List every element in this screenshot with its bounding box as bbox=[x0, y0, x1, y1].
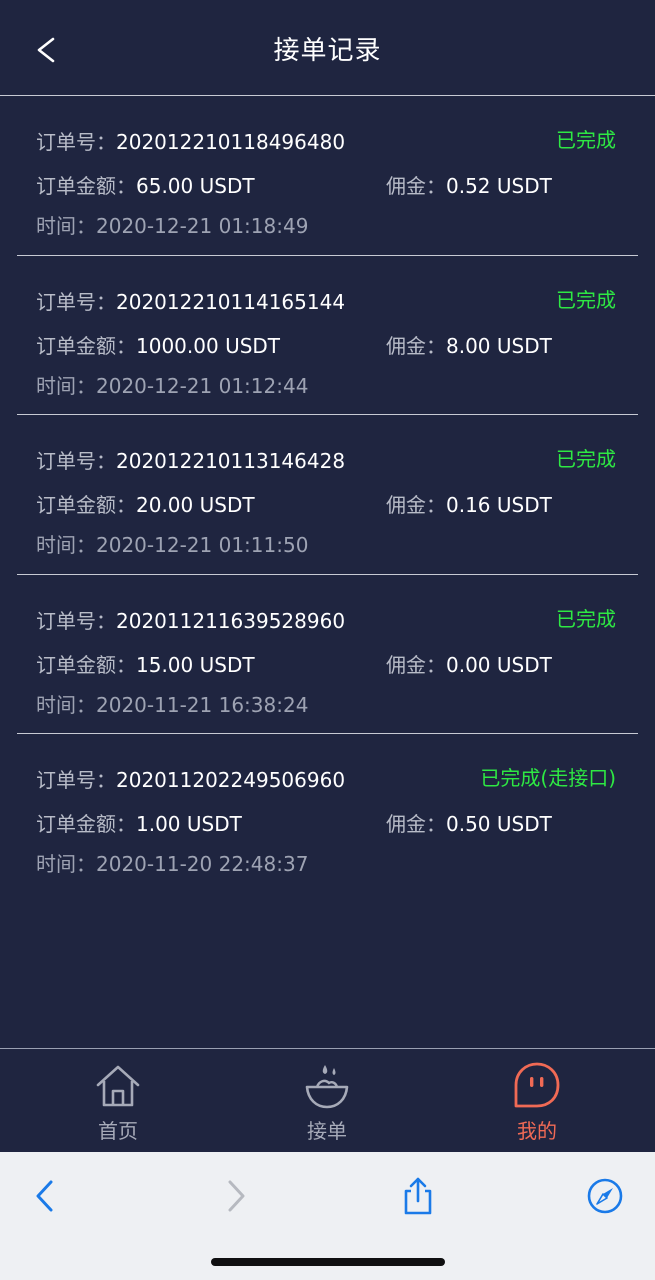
tab-home[interactable]: 首页 bbox=[58, 1049, 178, 1153]
commission-value: 0.52 USDT bbox=[446, 174, 552, 198]
share-icon bbox=[404, 1177, 432, 1215]
order-amount-value: 20.00 USDT bbox=[136, 493, 255, 517]
commission-label: 佣金： bbox=[386, 174, 446, 198]
status-badge: 已完成(走接口) bbox=[480, 766, 616, 790]
order-amount-label: 订单金额： bbox=[36, 174, 136, 198]
order-time-row: 时间：2020-11-20 22:48:37 bbox=[36, 848, 308, 877]
order-amount-row: 订单金额：1000.00 USDT bbox=[36, 330, 280, 359]
bowl-icon bbox=[305, 1065, 349, 1109]
order-item[interactable]: 订单号：202012210114165144 已完成 订单金额：1000.00 … bbox=[17, 256, 638, 415]
order-time-label: 时间： bbox=[36, 373, 96, 398]
order-number-row: 订单号：202011202249506960 bbox=[36, 764, 345, 793]
order-number-row: 订单号：202011211639528960 bbox=[36, 605, 345, 634]
compass-icon bbox=[587, 1178, 623, 1214]
order-time-value: 2020-11-20 22:48:37 bbox=[96, 852, 309, 876]
order-number-value: 202011202249506960 bbox=[116, 768, 346, 792]
order-time-row: 时间：2020-11-21 16:38:24 bbox=[36, 689, 308, 718]
status-badge: 已完成 bbox=[556, 287, 616, 312]
order-amount-label: 订单金额： bbox=[36, 333, 136, 358]
order-time-value: 2020-12-21 01:11:50 bbox=[96, 533, 309, 557]
tab-orders-label: 接单 bbox=[307, 1119, 347, 1143]
order-number-row: 订单号：202012210114165144 bbox=[36, 286, 345, 315]
order-amount-label: 订单金额： bbox=[36, 812, 136, 836]
app-screen: 接单记录 订单号：202012210118496480 已完成 订单金额：65.… bbox=[0, 0, 655, 1280]
commission-label: 佣金： bbox=[386, 333, 446, 358]
browser-back-button[interactable] bbox=[26, 1176, 66, 1216]
status-badge: 已完成 bbox=[556, 128, 616, 152]
order-item[interactable]: 订单号：202011211639528960 已完成 订单金额：15.00 US… bbox=[17, 575, 638, 734]
order-amount-value: 65.00 USDT bbox=[136, 174, 255, 198]
order-amount-row: 订单金额：1.00 USDT bbox=[36, 808, 242, 837]
commission-label: 佣金： bbox=[386, 652, 446, 677]
order-number-label: 订单号： bbox=[36, 289, 116, 314]
forward-arrow-icon bbox=[228, 1180, 245, 1212]
commission-label: 佣金： bbox=[386, 812, 446, 836]
order-time-label: 时间： bbox=[36, 692, 96, 717]
commission-label: 佣金： bbox=[386, 493, 446, 517]
order-number-row: 订单号：202012210118496480 bbox=[36, 126, 345, 155]
page-header: 接单记录 bbox=[0, 0, 655, 96]
commission-row: 佣金：0.16 USDT bbox=[386, 489, 552, 518]
browser-compass-button[interactable] bbox=[585, 1176, 625, 1216]
order-time-label: 时间： bbox=[36, 852, 96, 876]
commission-value: 0.50 USDT bbox=[446, 812, 552, 836]
order-time-value: 2020-12-21 01:12:44 bbox=[96, 373, 309, 398]
order-time-value: 2020-11-21 16:38:24 bbox=[96, 692, 309, 717]
order-amount-value: 1000.00 USDT bbox=[136, 333, 281, 358]
order-time-label: 时间： bbox=[36, 533, 96, 557]
order-amount-row: 订单金额：15.00 USDT bbox=[36, 649, 255, 678]
bottom-tab-bar: 首页 接单 我的 bbox=[0, 1048, 655, 1152]
order-item[interactable]: 订单号：202011202249506960 已完成(走接口) 订单金额：1.0… bbox=[17, 734, 638, 894]
order-amount-label: 订单金额： bbox=[36, 652, 136, 677]
order-time-row: 时间：2020-12-21 01:12:44 bbox=[36, 370, 308, 399]
order-amount-row: 订单金额：65.00 USDT bbox=[36, 170, 255, 199]
order-item[interactable]: 订单号：202012210118496480 已完成 订单金额：65.00 US… bbox=[17, 96, 638, 256]
order-number-value: 202012210118496480 bbox=[116, 130, 346, 154]
tab-mine[interactable]: 我的 bbox=[477, 1049, 597, 1153]
order-amount-value: 1.00 USDT bbox=[136, 812, 242, 836]
back-arrow-icon bbox=[36, 1180, 53, 1212]
home-indicator[interactable] bbox=[211, 1258, 445, 1266]
home-icon bbox=[96, 1065, 140, 1107]
profile-face-icon bbox=[514, 1062, 560, 1108]
browser-forward-button[interactable] bbox=[216, 1176, 256, 1216]
order-amount-value: 15.00 USDT bbox=[136, 652, 255, 677]
tab-orders[interactable]: 接单 bbox=[267, 1049, 387, 1153]
commission-row: 佣金：0.52 USDT bbox=[386, 170, 552, 199]
browser-share-button[interactable] bbox=[398, 1176, 438, 1216]
order-number-label: 订单号： bbox=[36, 449, 116, 473]
order-number-value: 202012210114165144 bbox=[116, 289, 346, 314]
commission-row: 佣金：0.00 USDT bbox=[386, 649, 552, 678]
status-badge: 已完成 bbox=[556, 447, 616, 471]
order-time-row: 时间：2020-12-21 01:11:50 bbox=[36, 529, 308, 558]
order-number-label: 订单号： bbox=[36, 768, 116, 792]
order-time-row: 时间：2020-12-21 01:18:49 bbox=[36, 210, 308, 239]
order-amount-label: 订单金额： bbox=[36, 493, 136, 517]
order-time-label: 时间： bbox=[36, 214, 96, 238]
commission-row: 佣金：0.50 USDT bbox=[386, 808, 552, 837]
order-item[interactable]: 订单号：202012210113146428 已完成 订单金额：20.00 US… bbox=[17, 415, 638, 575]
tab-home-label: 首页 bbox=[98, 1119, 138, 1143]
commission-value: 0.00 USDT bbox=[446, 652, 552, 677]
order-list: 订单号：202012210118496480 已完成 订单金额：65.00 US… bbox=[17, 96, 638, 894]
order-number-row: 订单号：202012210113146428 bbox=[36, 445, 345, 474]
tab-mine-label: 我的 bbox=[517, 1119, 557, 1143]
commission-row: 佣金：8.00 USDT bbox=[386, 330, 552, 359]
order-number-label: 订单号： bbox=[36, 608, 116, 633]
commission-value: 0.16 USDT bbox=[446, 493, 552, 517]
status-badge: 已完成 bbox=[556, 606, 616, 631]
order-amount-row: 订单金额：20.00 USDT bbox=[36, 489, 255, 518]
order-number-value: 202011211639528960 bbox=[116, 608, 346, 633]
order-time-value: 2020-12-21 01:18:49 bbox=[96, 214, 309, 238]
commission-value: 8.00 USDT bbox=[446, 333, 552, 358]
order-number-label: 订单号： bbox=[36, 130, 116, 154]
order-number-value: 202012210113146428 bbox=[116, 449, 346, 473]
page-title: 接单记录 bbox=[273, 36, 382, 66]
